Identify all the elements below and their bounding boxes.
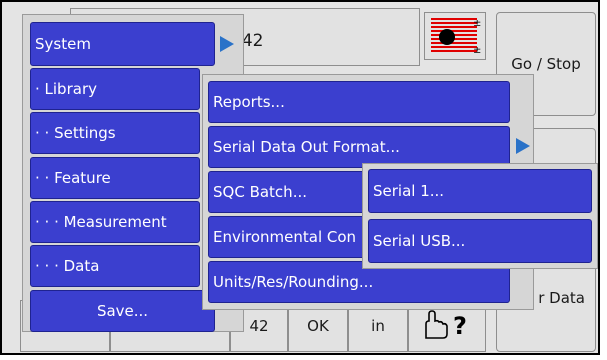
go-stop-label: Go / Stop: [511, 55, 581, 73]
serial-item-serial-1[interactable]: Serial 1...: [368, 169, 592, 213]
serial-submenu-arrow-icon: [516, 138, 530, 154]
system-submenu-arrow-icon: [220, 36, 234, 52]
clear-data-label: r Data: [538, 289, 585, 307]
menu-item-data[interactable]: · · · Data: [30, 245, 200, 287]
svg-text:±: ±: [473, 45, 481, 56]
svg-text:±: ±: [473, 18, 481, 29]
svg-text:?: ?: [453, 312, 467, 340]
serial-item-serial-usb[interactable]: Serial USB...: [368, 219, 592, 263]
submenu-item-reports[interactable]: Reports...: [208, 81, 510, 123]
menu-item-save[interactable]: Save...: [30, 290, 215, 332]
menu-item-settings[interactable]: · · Settings: [30, 112, 200, 154]
submenu-item-serial-data-out[interactable]: Serial Data Out Format...: [208, 126, 510, 168]
menu-item-feature[interactable]: · · Feature: [30, 157, 200, 199]
status-indicator-icon[interactable]: ± ±: [424, 12, 486, 60]
hand-pointer-help-icon: ?: [420, 308, 474, 344]
menu-item-measurement[interactable]: · · · Measurement: [30, 201, 200, 243]
menu-item-library[interactable]: · Library: [30, 68, 200, 110]
menu-item-system[interactable]: System: [30, 22, 215, 66]
